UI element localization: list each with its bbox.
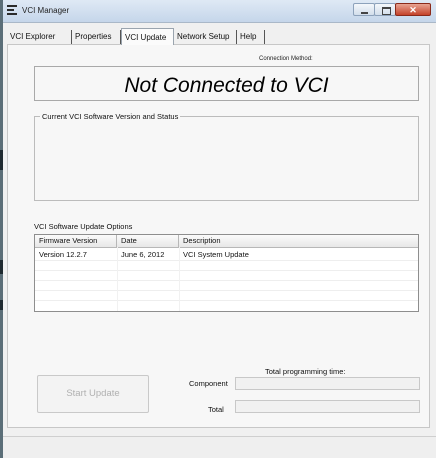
row-divider xyxy=(35,260,418,261)
tab-vci-update[interactable]: VCI Update xyxy=(121,28,174,45)
tab-properties[interactable]: Properties xyxy=(72,30,121,44)
row-divider xyxy=(35,290,418,291)
tab-network-setup[interactable]: Network Setup xyxy=(174,30,237,44)
column-header-firmware-version[interactable]: Firmware Version xyxy=(35,235,117,247)
column-divider xyxy=(179,247,180,311)
tab-help[interactable]: Help xyxy=(237,30,265,44)
column-header-description[interactable]: Description xyxy=(179,235,418,247)
component-label: Component xyxy=(189,379,228,388)
total-label: Total xyxy=(208,405,224,414)
row-divider xyxy=(35,300,418,301)
connection-method-label: Connection Method: xyxy=(259,56,313,62)
minimize-icon xyxy=(361,12,368,14)
total-progress-bar xyxy=(235,400,420,413)
description-cell: VCI System Update xyxy=(183,250,249,259)
connection-status-box: Not Connected to VCI xyxy=(34,66,419,101)
status-bar xyxy=(3,436,436,458)
update-options-list[interactable]: Firmware Version Date Description Versio… xyxy=(34,234,419,312)
column-divider xyxy=(117,247,118,311)
start-update-label: Start Update xyxy=(66,388,120,399)
total-programming-time-label: Total programming time: xyxy=(265,367,346,376)
close-button[interactable]: ✕ xyxy=(395,3,431,16)
title-bar[interactable]: VCI Manager ✕ xyxy=(3,0,436,23)
firmware-version-cell: Version 12.2.7 xyxy=(39,250,87,259)
current-version-group: Current VCI Software Version and Status xyxy=(34,112,419,201)
vci-manager-window: VCI Manager ✕ VCI Explorer Properties VC… xyxy=(3,0,436,458)
maximize-button[interactable] xyxy=(374,3,396,16)
current-version-group-title: Current VCI Software Version and Status xyxy=(40,112,181,121)
column-header-date[interactable]: Date xyxy=(117,235,179,247)
connection-status-text: Not Connected to VCI xyxy=(124,74,329,97)
minimize-button[interactable] xyxy=(353,3,375,16)
start-update-button[interactable]: Start Update xyxy=(37,375,149,413)
list-item[interactable]: Version 12.2.7 June 6, 2012 VCI System U… xyxy=(35,250,418,259)
date-cell: June 6, 2012 xyxy=(121,250,165,259)
maximize-icon xyxy=(382,7,391,15)
update-options-label: VCI Software Update Options xyxy=(34,222,133,231)
component-progress-bar xyxy=(235,377,420,390)
row-divider xyxy=(35,280,418,281)
window-title: VCI Manager xyxy=(22,6,70,15)
tab-vci-explorer[interactable]: VCI Explorer xyxy=(7,30,72,44)
list-icon xyxy=(7,5,17,16)
row-divider xyxy=(35,270,418,271)
list-header: Firmware Version Date Description xyxy=(35,235,418,248)
close-icon: ✕ xyxy=(409,5,417,15)
